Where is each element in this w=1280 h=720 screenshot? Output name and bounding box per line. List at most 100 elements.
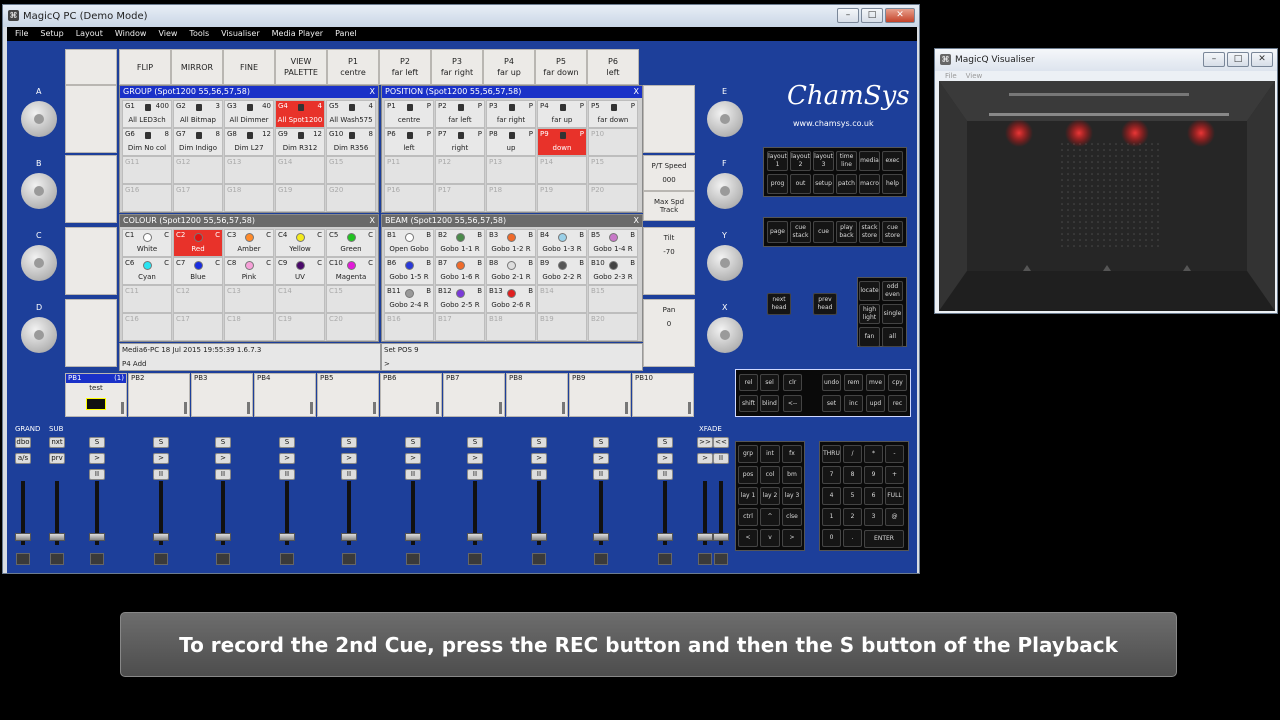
visualiser-maximize-button[interactable]: □: [1227, 52, 1249, 67]
palette-cell-g15[interactable]: G15: [326, 156, 376, 184]
playback-fader-8-button[interactable]: II: [531, 469, 547, 480]
palette-cell-b19[interactable]: B19: [537, 313, 587, 341]
key-fx[interactable]: fx: [782, 445, 802, 463]
playback-fader-7-knob[interactable]: [467, 533, 483, 541]
palette-cell-p7[interactable]: P7 Pright: [435, 128, 485, 156]
right-soft-button-5[interactable]: Pan 0: [643, 299, 695, 367]
encoder-knob-d[interactable]: [21, 317, 57, 353]
playback-fader-1-button[interactable]: >: [89, 453, 105, 464]
menu-setup[interactable]: Setup: [40, 27, 63, 41]
key-layout-3[interactable]: layout 3: [813, 151, 834, 171]
playback-fader-8-button[interactable]: >: [531, 453, 547, 464]
right-soft-button-1[interactable]: [643, 85, 695, 153]
palette-cell-p15[interactable]: P15: [588, 156, 638, 184]
palette-cell-b20[interactable]: B20: [588, 313, 638, 341]
key-patch[interactable]: patch: [836, 174, 857, 194]
key-lay3[interactable]: lay 3: [782, 487, 802, 505]
palette-cell-p18[interactable]: P18: [486, 184, 536, 212]
playback-fader-5-button[interactable]: II: [341, 469, 357, 480]
key-cue-stack[interactable]: cue stack: [790, 221, 811, 243]
visualiser-minimize-button[interactable]: –: [1203, 52, 1225, 67]
minimize-button[interactable]: –: [837, 8, 859, 23]
playback-10[interactable]: PB10: [632, 373, 694, 417]
key-num-0[interactable]: 0: [822, 529, 841, 547]
palette-cell-b15[interactable]: B15: [588, 285, 638, 313]
sub-fader-button[interactable]: prv: [49, 453, 65, 464]
playback-fader-10-button[interactable]: II: [657, 469, 673, 480]
palette-cell-p17[interactable]: P17: [435, 184, 485, 212]
palette-cell-p1[interactable]: P1 Pcentre: [384, 100, 434, 128]
key-num-1[interactable]: 1: [822, 508, 841, 526]
playback-fader-6-knob[interactable]: [405, 533, 421, 541]
key-lay1[interactable]: lay 1: [738, 487, 758, 505]
key-sel[interactable]: sel: [760, 374, 779, 391]
playback-fader-4-flash-button[interactable]: [280, 553, 294, 565]
key-enter[interactable]: ENTER: [864, 530, 904, 548]
playback-fader-1-flash-button[interactable]: [90, 553, 104, 565]
xfade-fader-a-flash-button[interactable]: [698, 553, 712, 565]
key-sym[interactable]: +: [885, 466, 904, 484]
palette-cell-g20[interactable]: G20: [326, 184, 376, 212]
playback-1[interactable]: PB1 (1) test: [65, 373, 127, 417]
grand-fader-knob[interactable]: [15, 533, 31, 541]
encoder-knob-e[interactable]: [707, 101, 743, 137]
palette-cell-p16[interactable]: P16: [384, 184, 434, 212]
left-soft-button-2[interactable]: [65, 155, 117, 223]
palette-cell-c16[interactable]: C16: [122, 313, 172, 341]
playback-fader-8-flash-button[interactable]: [532, 553, 546, 565]
palette-cell-p9[interactable]: P9 Pdown: [537, 128, 587, 156]
close-icon[interactable]: X: [370, 86, 375, 98]
palette-cell-c18[interactable]: C18: [224, 313, 274, 341]
key-left[interactable]: <: [738, 529, 758, 547]
top-soft-button-2[interactable]: FLIP: [119, 49, 171, 85]
top-soft-button-9[interactable]: P4 far up: [483, 49, 535, 85]
key-num-4[interactable]: 4: [822, 487, 841, 505]
menu-view[interactable]: View: [158, 27, 177, 41]
right-soft-button-3[interactable]: Max Spd Track: [643, 191, 695, 221]
key-num-7[interactable]: 7: [822, 466, 841, 484]
right-soft-button-2[interactable]: P/T Speed 000: [643, 155, 695, 191]
palette-cell-g8[interactable]: G8 12 Dim L27: [224, 128, 274, 156]
key-next-head[interactable]: next head: [767, 293, 791, 315]
visualiser-menu-view[interactable]: View: [966, 72, 983, 80]
playback-fader-10-button[interactable]: >: [657, 453, 673, 464]
playback-fader-9-button[interactable]: >: [593, 453, 609, 464]
key-set[interactable]: set: [822, 395, 841, 412]
playback-fader-2-button[interactable]: S: [153, 437, 169, 448]
xfade-fader-b-flash-button[interactable]: [714, 553, 728, 565]
key-num-2[interactable]: 2: [843, 508, 862, 526]
playback-8[interactable]: PB8: [506, 373, 568, 417]
palette-cell-p14[interactable]: P14: [537, 156, 587, 184]
palette-cell-p6[interactable]: P6 Pleft: [384, 128, 434, 156]
xfade-fader-b-knob[interactable]: [713, 533, 729, 541]
key-num-5[interactable]: 5: [843, 487, 862, 505]
top-soft-button-4[interactable]: FINE: [223, 49, 275, 85]
palette-cell-g4[interactable]: G4 4 All Spot1200: [275, 100, 325, 128]
right-soft-button-4[interactable]: Tilt -70: [643, 227, 695, 295]
palette-cell-g7[interactable]: G7 8 Dim Indigo: [173, 128, 223, 156]
playback-fader-1-button[interactable]: S: [89, 437, 105, 448]
playback-fader-1-button[interactable]: II: [89, 469, 105, 480]
palette-cell-c5[interactable]: C5 C Green: [326, 229, 376, 257]
palette-cell-p4[interactable]: P4 Pfar up: [537, 100, 587, 128]
key-clse[interactable]: clse: [782, 508, 802, 526]
palette-cell-p20[interactable]: P20: [588, 184, 638, 212]
palette-cell-b16[interactable]: B16: [384, 313, 434, 341]
key-pos[interactable]: pos: [738, 466, 758, 484]
palette-cell-g14[interactable]: G14: [275, 156, 325, 184]
playback-9[interactable]: PB9: [569, 373, 631, 417]
palette-cell-c19[interactable]: C19: [275, 313, 325, 341]
palette-cell-c9[interactable]: C9 C UV: [275, 257, 325, 285]
palette-cell-c10[interactable]: C10 C Magenta: [326, 257, 376, 285]
key-media[interactable]: media: [859, 151, 880, 171]
playback-fader-3-knob[interactable]: [215, 533, 231, 541]
playback-fader-4-button[interactable]: >: [279, 453, 295, 464]
key-num-8[interactable]: 8: [843, 466, 862, 484]
palette-cell-c7[interactable]: C7 C Blue: [173, 257, 223, 285]
key-single[interactable]: single: [882, 304, 903, 324]
key-all[interactable]: all: [882, 327, 903, 347]
key-prev-head[interactable]: prev head: [813, 293, 837, 315]
key-stack-store[interactable]: stack store: [859, 221, 880, 243]
key-upd[interactable]: upd: [866, 395, 885, 412]
palette-cell-g17[interactable]: G17: [173, 184, 223, 212]
